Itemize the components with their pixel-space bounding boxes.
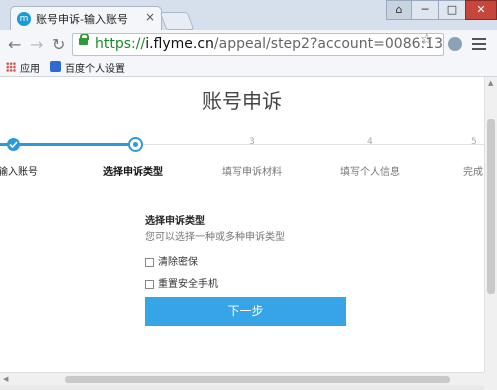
option-clear-security[interactable]: 清除密保 — [145, 253, 198, 268]
step-3-label: 填写申诉材料 — [222, 167, 282, 178]
browser-menu-icon[interactable] — [472, 38, 486, 53]
bookmark-star-icon[interactable]: ☆ — [420, 30, 433, 48]
step-1-check-icon — [7, 138, 20, 151]
minimize-button[interactable]: ─ — [411, 0, 439, 20]
apps-grid-icon[interactable] — [6, 62, 16, 72]
bookmark-baidu-settings[interactable]: 百度个人设置 — [65, 60, 125, 75]
step-4-label: 填写个人信息 — [340, 167, 400, 178]
vertical-scroll-thumb[interactable] — [487, 119, 495, 294]
flyme-favicon-icon: m — [17, 12, 31, 26]
forward-arrow-icon[interactable]: → — [30, 35, 43, 54]
new-tab-button[interactable] — [159, 12, 195, 30]
checkbox[interactable] — [145, 279, 154, 289]
page-content: 账号申诉 3 4 5 输入账号 选择申诉类型 填写申诉材料 填写个人信息 完成 … — [0, 77, 484, 372]
lock-icon — [79, 34, 89, 45]
reload-icon[interactable]: ↻ — [52, 35, 65, 54]
option-label: 清除密保 — [158, 257, 198, 268]
form-description: 您可以选择一种或多种申诉类型 — [145, 232, 285, 243]
option-reset-phone[interactable]: 重置安全手机 — [145, 275, 218, 290]
step-3-number: 3 — [249, 137, 255, 147]
step-4-number: 4 — [367, 137, 373, 147]
form-title: 选择申诉类型 — [145, 216, 205, 227]
scrollbar-corner — [484, 372, 497, 390]
option-label: 重置安全手机 — [158, 279, 218, 290]
browser-toolbar: ← → ↻ https://i.flyme.cn/appeal/step2?ac… — [0, 30, 497, 58]
baidu-paw-icon[interactable] — [50, 61, 61, 72]
maximize-button[interactable]: □ — [438, 0, 466, 20]
step-2-current-marker — [128, 137, 143, 152]
checkbox[interactable] — [145, 257, 154, 267]
address-bar[interactable]: https://i.flyme.cn/appeal/step2?account=… — [72, 33, 444, 56]
scroll-left-icon[interactable]: ◀ — [3, 375, 8, 383]
horizontal-scrollbar[interactable]: ◀ — [0, 372, 484, 386]
url-text: https://i.flyme.cn/appeal/step2?account=… — [95, 36, 444, 52]
step-5-label: 完成 — [463, 167, 483, 178]
window-bottom-edge — [0, 385, 484, 390]
back-arrow-icon[interactable]: ← — [8, 35, 21, 54]
step-5-number: 5 — [471, 137, 477, 147]
page-title: 账号申诉 — [202, 89, 282, 113]
vertical-scrollbar[interactable]: ▲ — [484, 77, 497, 372]
extension-globe-icon[interactable] — [448, 37, 462, 51]
step-1-label: 输入账号 — [0, 167, 38, 178]
bookmarks-bar: 应用 百度个人设置 — [0, 58, 497, 77]
browser-tab[interactable]: m 账号申诉-输入账号 × — [10, 6, 162, 31]
user-profile-button[interactable]: ⌂ — [386, 0, 412, 20]
tab-title: 账号申诉-输入账号 — [36, 13, 128, 26]
tab-close-icon[interactable]: × — [145, 10, 155, 24]
horizontal-scroll-thumb[interactable] — [65, 376, 450, 383]
progress-line-completed — [0, 143, 135, 146]
progress-line-remaining — [135, 144, 484, 145]
next-step-button[interactable]: 下一步 — [145, 297, 346, 326]
step-2-label: 选择申诉类型 — [103, 167, 163, 178]
close-window-button[interactable]: ✕ — [465, 0, 497, 20]
scroll-up-icon[interactable]: ▲ — [488, 79, 493, 87]
bookmark-apps[interactable]: 应用 — [20, 60, 40, 75]
window-titlebar: m 账号申诉-输入账号 × ⌂ ─ □ ✕ — [0, 0, 497, 31]
